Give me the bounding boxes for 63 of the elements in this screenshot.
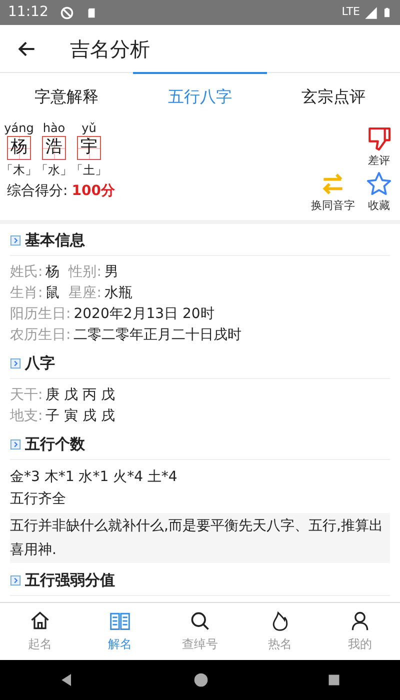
field-label: 姓氏: bbox=[10, 263, 43, 282]
field-value: 二零二零年正月二十日戌时 bbox=[74, 326, 242, 345]
do-not-disturb-icon bbox=[60, 6, 74, 20]
field-label: 生肖: bbox=[10, 284, 43, 303]
chevron-box-icon bbox=[10, 235, 21, 246]
signal-icon bbox=[364, 6, 378, 20]
element-label: 「土」 bbox=[71, 162, 107, 179]
nav-tab[interactable]: 我的 bbox=[320, 603, 400, 660]
action-button[interactable]: 换同音字 bbox=[311, 170, 355, 214]
score-label: 综合得分: bbox=[7, 182, 68, 201]
tab[interactable]: 字意解释 bbox=[0, 72, 134, 120]
field-label: 地支: bbox=[10, 407, 43, 426]
field-label: 阳历生日: bbox=[10, 305, 71, 324]
nav-tab[interactable]: 热名 bbox=[240, 603, 320, 660]
chevron-box-icon bbox=[10, 575, 21, 586]
element-label: 「水」 bbox=[36, 162, 72, 179]
pinyin: yáng bbox=[4, 120, 34, 136]
field-value: 子 寅 戌 戌 bbox=[46, 407, 116, 426]
field-label: 农历生日: bbox=[10, 326, 71, 345]
nav-tab[interactable]: 起名 bbox=[0, 603, 80, 660]
name-character: 浩 bbox=[42, 136, 66, 160]
score-value: 100分 bbox=[72, 182, 115, 201]
element-label: 「木」 bbox=[1, 162, 37, 179]
chevron-box-icon bbox=[10, 439, 21, 450]
field-value: 2020年2月13日 20时 bbox=[74, 305, 214, 324]
home-icon bbox=[29, 610, 51, 632]
section-title: 五行个数 bbox=[25, 434, 85, 456]
recents-square-icon[interactable] bbox=[327, 673, 341, 687]
action-button[interactable]: 差评 bbox=[365, 125, 393, 170]
page-title: 吉名分析 bbox=[70, 36, 150, 62]
network-type: LTE bbox=[342, 4, 360, 20]
pinyin: yǔ bbox=[82, 120, 96, 136]
field-value: 水瓶 bbox=[104, 284, 132, 303]
name-character: 宇 bbox=[77, 136, 101, 160]
person-icon bbox=[349, 610, 371, 632]
nav-tab[interactable]: 解名 bbox=[80, 603, 160, 660]
field-label: 星座: bbox=[68, 284, 102, 303]
field-label: 性别: bbox=[68, 263, 102, 282]
field-label: 天干: bbox=[10, 386, 43, 405]
battery-icon bbox=[382, 5, 392, 20]
info-text: 金*3 木*1 水*1 火*4 土*4 bbox=[10, 468, 178, 487]
star-icon bbox=[365, 170, 393, 198]
info-text: 五行齐全 bbox=[10, 490, 67, 509]
field-value: 杨 bbox=[46, 263, 60, 282]
status-time: 11:12 bbox=[8, 3, 48, 22]
field-value: 庚 戊 丙 戊 bbox=[46, 386, 116, 405]
section-title: 基本信息 bbox=[25, 230, 85, 252]
tab[interactable]: 玄宗点评 bbox=[266, 72, 400, 120]
section-title: 八字 bbox=[25, 353, 55, 374]
chevron-box-icon bbox=[10, 358, 21, 369]
note-text: 五行并非缺什么就补什么,而是要平衡先天八字、五行,推算出喜用神. bbox=[10, 513, 390, 563]
sd-card-icon bbox=[86, 6, 98, 20]
search-icon bbox=[189, 610, 211, 632]
book-icon bbox=[109, 610, 131, 632]
tab[interactable]: 五行八字 bbox=[133, 72, 267, 120]
action-button[interactable]: 收藏 bbox=[365, 170, 393, 214]
section-title: 五行强弱分值 bbox=[25, 570, 115, 592]
pinyin: hào bbox=[42, 120, 66, 136]
home-circle-icon[interactable] bbox=[193, 672, 209, 688]
field-value: 男 bbox=[104, 263, 118, 282]
name-character: 杨 bbox=[7, 136, 31, 160]
field-value: 鼠 bbox=[46, 284, 60, 303]
nav-tab[interactable]: 查绰号 bbox=[160, 603, 240, 660]
